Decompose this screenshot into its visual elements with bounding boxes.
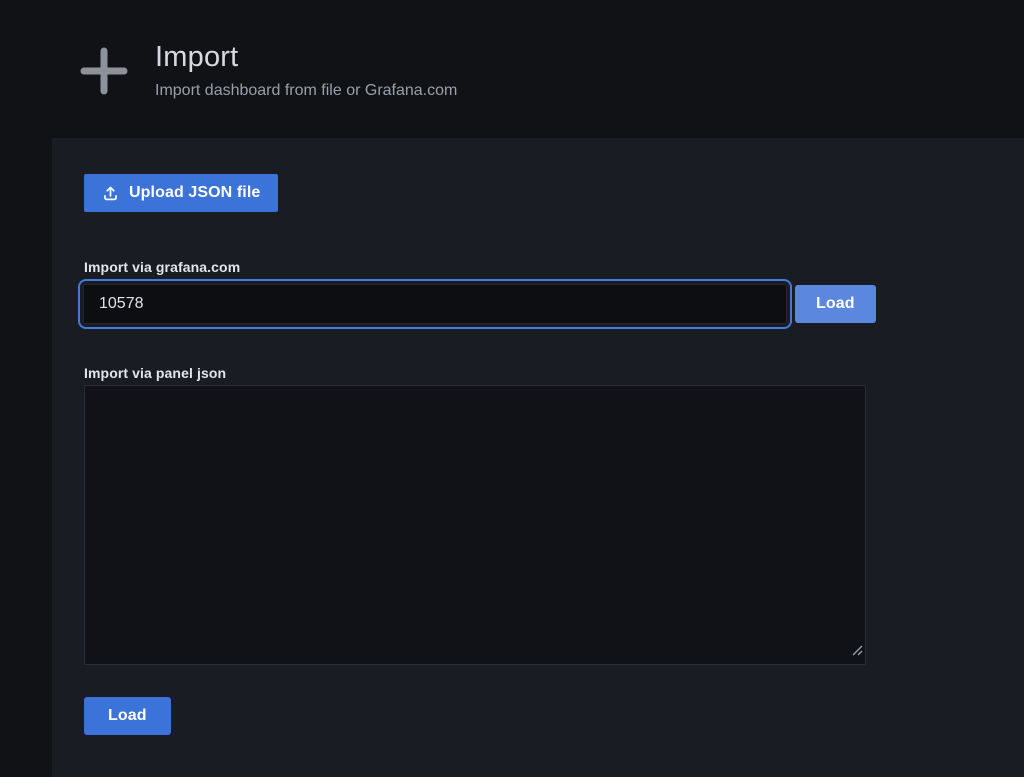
gcom-input-label: Import via grafana.com [84, 257, 992, 277]
gcom-import-group: Import via grafana.com Load [84, 257, 992, 329]
page-header: Import Import dashboard from file or Gra… [75, 40, 457, 100]
upload-json-file-button[interactable]: Upload JSON file [84, 174, 278, 212]
gcom-load-button[interactable]: Load [795, 285, 876, 323]
panel-json-textarea-wrap [84, 385, 866, 665]
upload-icon [102, 185, 119, 202]
page-subtitle: Import dashboard from file or Grafana.co… [155, 81, 457, 100]
gcom-input-focus-ring [78, 279, 792, 329]
header-text: Import Import dashboard from file or Gra… [155, 40, 457, 100]
panel-json-label: Import via panel json [84, 363, 992, 383]
upload-button-label: Upload JSON file [129, 184, 260, 202]
plus-icon [75, 42, 133, 100]
panel-json-import-group: Import via panel json [84, 363, 992, 665]
import-panel: Upload JSON file Import via grafana.com … [52, 138, 1024, 777]
gcom-input-row: Load [78, 279, 992, 329]
panel-json-load-button[interactable]: Load [84, 697, 171, 735]
page-title: Import [155, 40, 457, 74]
panel-json-textarea[interactable] [84, 385, 866, 665]
import-page: Import Import dashboard from file or Gra… [0, 0, 1024, 777]
gcom-id-input[interactable] [83, 284, 787, 324]
